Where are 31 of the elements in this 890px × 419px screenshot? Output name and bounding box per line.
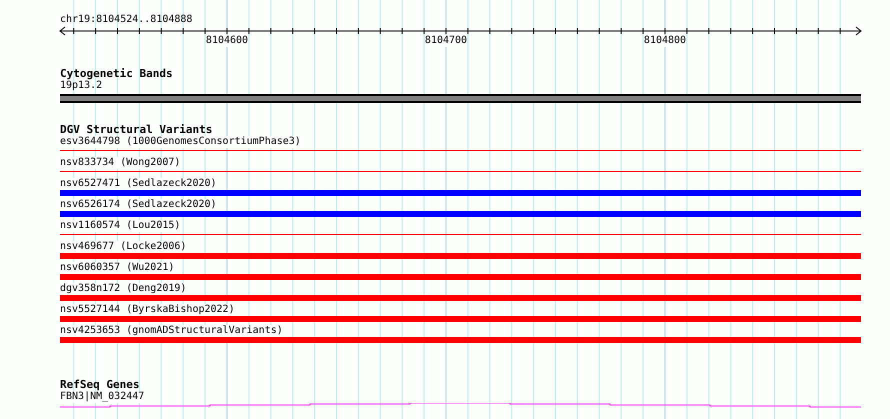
variant-bar[interactable] [60, 253, 861, 259]
variant-label: nsv6526174 (Sedlazeck2020) [60, 199, 217, 211]
track-title: DGV Structural Variants [60, 124, 212, 136]
variant-label: nsv5527144 (ByrskaBishop2022) [60, 304, 235, 316]
variant-bar[interactable] [60, 274, 861, 280]
ruler-label: 8104700 [424, 35, 468, 47]
variant-label: nsv6527471 (Sedlazeck2020) [60, 178, 217, 190]
location-label: chr19:8104524..8104888 [60, 14, 192, 26]
variant-line[interactable] [60, 171, 861, 172]
variant-label: esv3644798 (1000GenomesConsortiumPhase3) [60, 136, 301, 148]
variant-label: nsv6060357 (Wu2021) [60, 262, 174, 274]
variant-line[interactable] [60, 150, 861, 151]
band-label: 19p13.2 [60, 80, 102, 92]
variant-bar[interactable] [60, 295, 861, 301]
gene-label: FBN3|NM_032447 [60, 391, 144, 403]
chromosome-band[interactable] [60, 94, 861, 103]
variant-label: nsv469677 (Locke2006) [60, 241, 186, 253]
ruler-label: 8104600 [206, 35, 248, 47]
variant-bar[interactable] [60, 190, 861, 196]
track-title: Cytogenetic Bands [60, 68, 173, 80]
ruler-label: 8104800 [644, 35, 686, 47]
variant-bar[interactable] [60, 337, 861, 343]
variant-label: nsv4253653 (gnomADStructuralVariants) [60, 325, 283, 337]
track-title: RefSeq Genes [60, 379, 140, 391]
gene-line[interactable] [60, 403, 861, 408]
variant-label: nsv833734 (Wong2007) [60, 157, 180, 169]
variant-label: nsv1160574 (Lou2015) [60, 220, 180, 232]
variant-line[interactable] [60, 234, 861, 235]
variant-label: dgv358n172 (Deng2019) [60, 283, 186, 295]
variant-bar[interactable] [60, 316, 861, 322]
variant-bar[interactable] [60, 211, 861, 217]
